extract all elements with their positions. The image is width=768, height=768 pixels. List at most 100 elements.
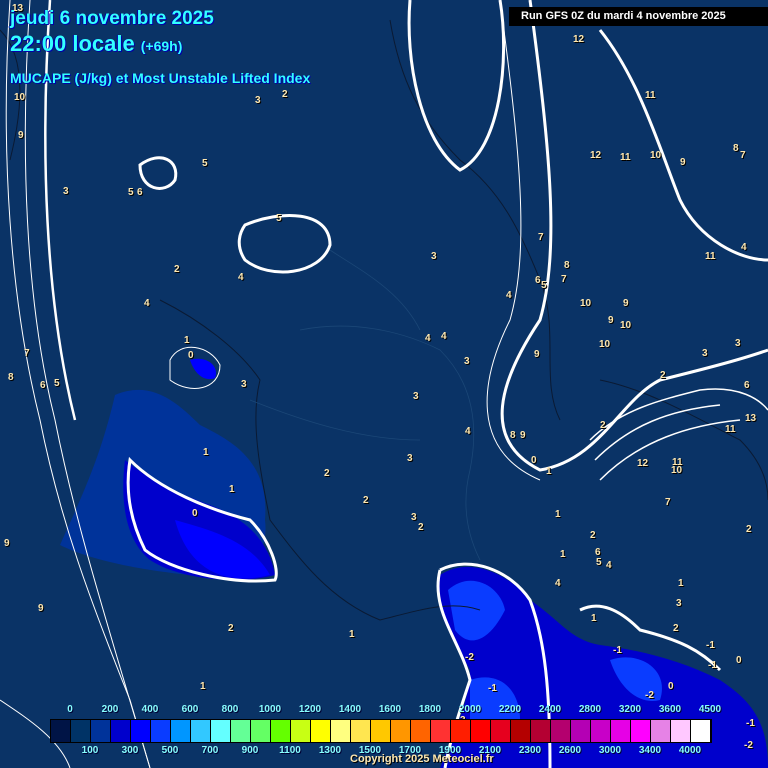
contour-value-label: 9 bbox=[38, 603, 44, 614]
model-run-label: Run GFS 0Z du mardi 4 novembre 2025 bbox=[509, 7, 768, 26]
colorbar-tick-label: 600 bbox=[181, 704, 199, 715]
colorbar-tick-label: 3200 bbox=[618, 704, 642, 715]
contour-value-label: 9 bbox=[608, 315, 614, 326]
contour-value-label: 6 bbox=[137, 187, 143, 198]
colorbar-tick-label: 400 bbox=[141, 704, 159, 715]
colorbar-swatch bbox=[291, 720, 311, 742]
forecast-date: jeudi 6 novembre 2025 bbox=[10, 8, 214, 29]
contour-value-label: 2 bbox=[600, 420, 606, 431]
contour-value-label: 0 bbox=[192, 508, 198, 519]
contour-value-label: 0 bbox=[668, 681, 674, 692]
contour-value-label: 4 bbox=[741, 242, 747, 253]
contour-value-label: 11 bbox=[645, 90, 656, 101]
contour-value-label: 3 bbox=[735, 338, 741, 349]
colorbar-swatch bbox=[351, 720, 371, 742]
colorbar-tick-label: 900 bbox=[241, 745, 259, 756]
colorbar-tick-label: 100 bbox=[81, 745, 99, 756]
colorbar-tick-label: 1300 bbox=[318, 745, 342, 756]
contour-value-label: 2 bbox=[324, 468, 330, 479]
colorbar-swatch bbox=[411, 720, 431, 742]
colorbar-swatch bbox=[131, 720, 151, 742]
contour-value-label: 0 bbox=[531, 455, 537, 466]
colorbar-tick-label: 3600 bbox=[658, 704, 682, 715]
colorbar-swatch bbox=[511, 720, 531, 742]
colorbar-swatch bbox=[451, 720, 471, 742]
colorbar-tick-label: 1000 bbox=[258, 704, 282, 715]
contour-value-label: 10 bbox=[14, 92, 26, 103]
colorbar-tick-label: 3400 bbox=[638, 745, 662, 756]
colorbar-swatch bbox=[91, 720, 111, 742]
map-canvas bbox=[0, 0, 768, 768]
contour-value-label: 7 bbox=[740, 150, 746, 161]
colorbar-swatch bbox=[651, 720, 671, 742]
colorbar-tick-label: 4500 bbox=[698, 704, 722, 715]
contour-value-label: -1 bbox=[746, 718, 755, 729]
colorbar-swatch bbox=[151, 720, 171, 742]
contour-value-label: 11 bbox=[705, 251, 716, 262]
colorbar-tick-label: 1100 bbox=[279, 745, 301, 756]
colorbar-swatch bbox=[531, 720, 551, 742]
colorbar-swatch bbox=[231, 720, 251, 742]
contour-value-label: 4 bbox=[606, 560, 612, 571]
colorbar-tick-label: 1200 bbox=[298, 704, 322, 715]
colorbar-tick-label: 300 bbox=[121, 745, 139, 756]
contour-value-label: 8 bbox=[564, 260, 570, 271]
contour-value-label: 9 bbox=[4, 538, 10, 549]
contour-value-label: 10 bbox=[620, 320, 632, 331]
contour-value-label: 5 bbox=[596, 557, 602, 568]
contour-value-label: 6 bbox=[744, 380, 750, 391]
contour-value-label: 9 bbox=[680, 157, 686, 168]
colorbar-swatch bbox=[431, 720, 451, 742]
colorbar-tick-label: 1600 bbox=[378, 704, 402, 715]
contour-value-label: 3 bbox=[464, 356, 470, 367]
contour-value-label: 13 bbox=[745, 413, 757, 424]
colorbar-tick-label: 200 bbox=[101, 704, 119, 715]
colorbar-swatch bbox=[331, 720, 351, 742]
contour-value-label: 5 bbox=[276, 213, 282, 224]
lead-time: (+69h) bbox=[140, 38, 183, 54]
colorbar-tick-label: 2200 bbox=[498, 704, 522, 715]
contour-value-label: 1 bbox=[560, 549, 566, 560]
contour-value-label: 6 bbox=[535, 275, 541, 286]
contour-value-label: 7 bbox=[561, 274, 567, 285]
contour-value-label: 7 bbox=[24, 348, 30, 359]
contour-value-label: 3 bbox=[407, 453, 413, 464]
contour-value-label: 9 bbox=[520, 430, 526, 441]
contour-value-label: 0 bbox=[188, 350, 194, 361]
contour-value-label: 11 bbox=[620, 152, 631, 163]
contour-value-label: -2 bbox=[744, 740, 753, 751]
contour-value-label: 2 bbox=[363, 495, 369, 506]
contour-value-label: 1 bbox=[546, 466, 552, 477]
contour-value-label: -1 bbox=[706, 640, 715, 651]
contour-value-label: 2 bbox=[418, 522, 424, 533]
colorbar-swatch bbox=[371, 720, 391, 742]
colorbar-tick-label: 1400 bbox=[338, 704, 362, 715]
contour-value-label: 1 bbox=[555, 509, 561, 520]
contour-value-label: 5 bbox=[541, 280, 547, 291]
contour-value-label: 10 bbox=[599, 339, 611, 350]
colorbar-tick-label: 3000 bbox=[598, 745, 622, 756]
colorbar-swatch bbox=[191, 720, 211, 742]
contour-value-label: 1 bbox=[184, 335, 190, 346]
contour-value-label: 3 bbox=[676, 598, 682, 609]
copyright: Copyright 2025 Meteociel.fr bbox=[350, 753, 494, 765]
contour-value-label: -2 bbox=[645, 690, 654, 701]
colorbar-tick-label: 2400 bbox=[538, 704, 562, 715]
colorbar-swatch bbox=[271, 720, 291, 742]
contour-value-label: 2 bbox=[174, 264, 180, 275]
colorbar-tick-label: 2300 bbox=[518, 745, 542, 756]
contour-value-label: 10 bbox=[650, 150, 662, 161]
contour-value-label: 4 bbox=[425, 333, 431, 344]
colorbar-swatch bbox=[311, 720, 331, 742]
colorbar-swatch bbox=[51, 720, 71, 742]
colorbar-tick-label: 2000 bbox=[458, 704, 482, 715]
colorbar-tick-label: 2600 bbox=[558, 745, 582, 756]
contour-value-label: 3 bbox=[255, 95, 261, 106]
contour-value-label: 7 bbox=[665, 497, 671, 508]
contour-value-label: 9 bbox=[534, 349, 540, 360]
contour-value-label: -1 bbox=[488, 683, 497, 694]
borders bbox=[249, 249, 481, 561]
contour-value-label: 12 bbox=[590, 150, 602, 161]
colorbar-tick-label: 2800 bbox=[578, 704, 602, 715]
contour-value-label: 1 bbox=[591, 613, 597, 624]
